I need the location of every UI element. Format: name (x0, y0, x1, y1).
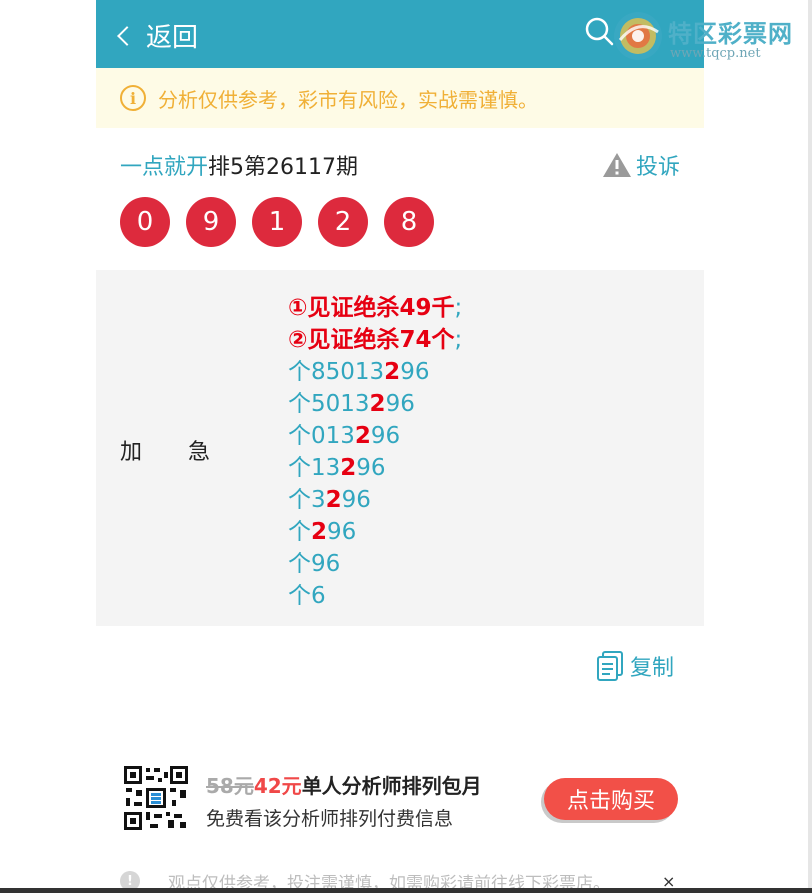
number-ball: 9 (186, 197, 236, 247)
back-label: 返回 (146, 22, 199, 53)
code-pre: 个013 (288, 423, 355, 449)
notice-text: 分析仅供参考，彩市有风险，实战需谨慎。 (158, 87, 538, 112)
code-pre: 个5013 (288, 391, 370, 417)
promo-banner: 58元42元单人分析师排列包月 免费看该分析师排列付费信息 点击购买 (120, 764, 680, 834)
code-post: 96 (370, 423, 401, 449)
code-post: 96 (400, 359, 430, 385)
new-price: 42元 (253, 774, 302, 798)
code-pre: 个13 (288, 455, 341, 481)
headline-line: ②见证绝杀74个; (288, 324, 462, 356)
code-hl: 2 (340, 455, 357, 481)
code-pre: 个85013 (288, 359, 385, 385)
page: 返回 i 分析仅供参考，彩市有风险，实战需谨慎。 一点就开排5第26117期 投… (96, 0, 704, 893)
headline-line: ①见证绝杀49千; (288, 292, 462, 324)
warning-icon (602, 153, 631, 177)
code-line: 个3296 (288, 484, 462, 516)
watermark-name: 特区彩票网 (668, 20, 793, 48)
code-hl: 2 (325, 487, 342, 513)
number-ball: 2 (318, 197, 368, 247)
code-line: 个6 (288, 580, 462, 612)
old-price: 58元 (206, 774, 254, 798)
promo-title-text: 单人分析师排列包月 (301, 774, 482, 798)
article-title-row: 一点就开排5第26117期 投诉 (120, 146, 680, 184)
complain-button[interactable]: 投诉 (602, 149, 680, 181)
draw-numbers: 09128 (120, 197, 450, 247)
analyst-name-link[interactable]: 一点就开 (120, 155, 208, 180)
complain-label: 投诉 (635, 155, 680, 180)
code-post: 96 (341, 487, 371, 513)
qr-code-icon (124, 766, 188, 830)
chevron-left-icon (117, 26, 137, 46)
code-post: 96 (356, 455, 386, 481)
code-pre: 个 (288, 519, 311, 545)
code-line: 个96 (288, 548, 462, 580)
code-post: 96 (385, 391, 415, 417)
copy-label: 复制 (630, 656, 675, 681)
prediction-lines: ①见证绝杀49千; ②见证绝杀74个; 个85013296 个5013296 个0132… (288, 292, 462, 612)
search-icon[interactable] (584, 16, 614, 46)
number-ball: 0 (120, 197, 170, 247)
code-line: 个5013296 (288, 388, 462, 420)
code-line: 个85013296 (288, 356, 462, 388)
headline-text: ①见证绝杀49千 (288, 295, 455, 321)
code-post: 96 (327, 519, 357, 545)
code-hl: 2 (354, 423, 371, 449)
copy-icon (597, 651, 623, 681)
headline-text: ②见证绝杀74个 (288, 327, 455, 353)
site-watermark: 特区彩票网 www.tqcp.net (612, 6, 808, 66)
headline-suffix: ; (454, 327, 463, 353)
content-label: 加急 (120, 440, 257, 465)
code-hl: 2 (311, 519, 328, 545)
code-line: 个13296 (288, 452, 462, 484)
code-hl: 2 (369, 391, 386, 417)
code-pre: 个6 (288, 583, 326, 609)
number-ball: 1 (252, 197, 302, 247)
risk-notice: i 分析仅供参考，彩市有风险，实战需谨慎。 (96, 68, 704, 128)
watermark-url: www.tqcp.net (670, 46, 761, 61)
back-button[interactable]: 返回 (117, 16, 199, 54)
copy-button[interactable]: 复制 (596, 650, 674, 682)
headline-suffix: ; (454, 295, 463, 321)
site-logo-icon (614, 12, 662, 60)
scrollbar[interactable] (808, 0, 812, 893)
article-title: 一点就开排5第26117期 (120, 149, 358, 181)
promo-subtitle: 免费看该分析师排列付费信息 (206, 808, 454, 830)
bottom-edge (0, 888, 812, 893)
code-pre: 个3 (288, 487, 326, 513)
issue-label: 排5第26117期 (208, 155, 358, 180)
number-ball: 8 (384, 197, 434, 247)
code-pre: 个96 (288, 551, 341, 577)
code-line: 个296 (288, 516, 462, 548)
code-hl: 2 (384, 359, 401, 385)
code-line: 个013296 (288, 420, 462, 452)
buy-button[interactable]: 点击购买 (544, 778, 678, 820)
promo-title: 58元42元单人分析师排列包月 (206, 770, 482, 799)
info-icon: i (120, 85, 146, 111)
prediction-content: 加急 ①见证绝杀49千; ②见证绝杀74个; 个85013296 个5013296 个0… (96, 270, 704, 626)
